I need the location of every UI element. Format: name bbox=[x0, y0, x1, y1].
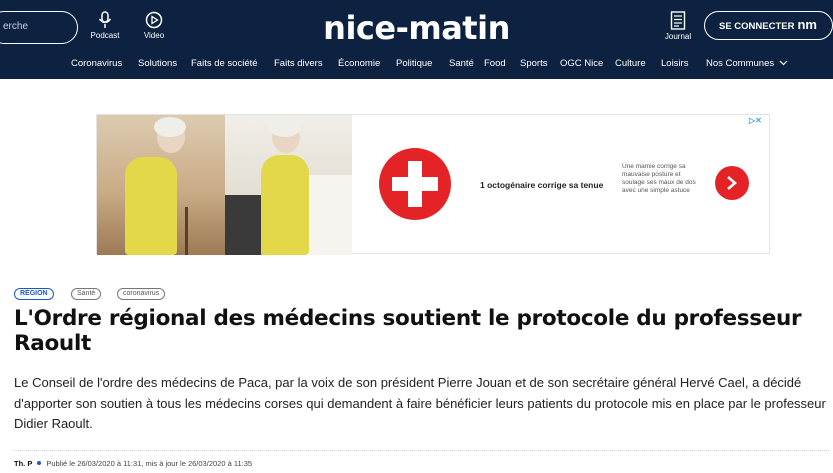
ad-photo-left bbox=[97, 115, 225, 255]
nav-item-sante[interactable]: Santé bbox=[449, 58, 474, 69]
adchoices-icon[interactable]: ▷✕ bbox=[749, 116, 762, 125]
bullet-icon bbox=[37, 461, 42, 465]
chevron-down-icon bbox=[779, 60, 788, 66]
ad-photo-right bbox=[225, 115, 352, 255]
nav-item-economie[interactable]: Économie bbox=[338, 58, 380, 69]
site-header: erche Podcast Video nice-matin Journal S… bbox=[0, 0, 833, 79]
newspaper-icon bbox=[670, 11, 686, 30]
nav-item-nos-communes-label: Nos Communes bbox=[706, 58, 775, 69]
nav-item-solutions[interactable]: Solutions bbox=[138, 58, 177, 69]
login-button[interactable]: SE CONNECTER nm bbox=[704, 11, 833, 40]
nav-item-ogc-nice[interactable]: OGC Nice bbox=[560, 58, 603, 69]
nav-item-sports[interactable]: Sports bbox=[520, 58, 547, 69]
article-byline: Th. P Publié le 26/03/2020 à 11:31, mis à… bbox=[14, 459, 252, 468]
nav-item-food[interactable]: Food bbox=[484, 58, 506, 69]
nav-item-loisirs[interactable]: Loisirs bbox=[661, 58, 688, 69]
ad-cta-button[interactable] bbox=[715, 166, 749, 200]
ad-headline: 1 octogénaire corrige sa tenue bbox=[480, 180, 604, 190]
tag-sante[interactable]: Santé bbox=[71, 288, 102, 300]
nm-logo: nm bbox=[797, 17, 817, 32]
divider bbox=[14, 450, 829, 451]
nav-item-faits-divers[interactable]: Faits divers bbox=[274, 58, 323, 69]
journal-button[interactable]: Journal bbox=[660, 11, 696, 41]
main-nav: Coronavirus Solutions Faits de société F… bbox=[0, 58, 833, 74]
tag-coronavirus[interactable]: coronavirus bbox=[117, 288, 166, 300]
nav-item-coronavirus[interactable]: Coronavirus bbox=[71, 58, 122, 69]
author-name[interactable]: Th. P bbox=[14, 459, 32, 468]
chevron-right-icon bbox=[727, 176, 737, 190]
publish-date: Publié le 26/03/2020 à 11:31, mis à jour… bbox=[46, 459, 253, 468]
article-title: L'Ordre régional des médecins soutient l… bbox=[14, 306, 802, 356]
health-cross-icon bbox=[379, 148, 451, 220]
advertisement[interactable]: 1 octogénaire corrige sa tenue Une mamie… bbox=[96, 114, 770, 255]
nav-item-faits-de-societe[interactable]: Faits de société bbox=[191, 58, 258, 69]
journal-label: Journal bbox=[664, 32, 692, 41]
tag-region[interactable]: RÉGION bbox=[14, 288, 54, 300]
nav-item-nos-communes[interactable]: Nos Communes bbox=[706, 58, 788, 69]
nav-item-politique[interactable]: Politique bbox=[396, 58, 432, 69]
ad-description: Une mamie corrige sa mauvaise posture et… bbox=[622, 163, 696, 194]
login-label: SE CONNECTER bbox=[719, 21, 795, 32]
article-lead: Le Conseil de l'ordre des médecins de Pa… bbox=[14, 375, 826, 431]
nav-item-culture[interactable]: Culture bbox=[615, 58, 646, 69]
